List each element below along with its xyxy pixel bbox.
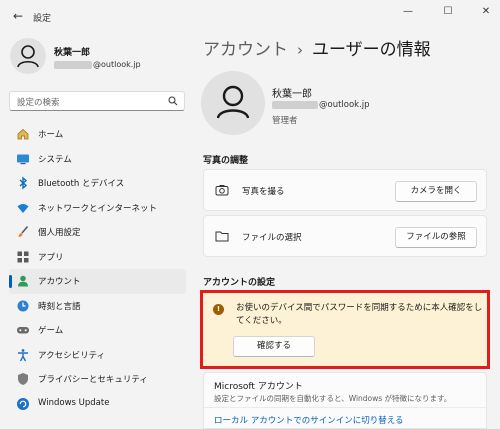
sidebar-item-label: アクセシビリティ: [38, 350, 106, 361]
sidebar-item-system[interactable]: システム: [9, 147, 186, 172]
avatar: [10, 38, 46, 74]
sidebar-profile[interactable]: 秋葉一郎 @outlook.jp: [10, 38, 190, 78]
profile-email: @outlook.jp: [54, 60, 141, 69]
person-icon: [17, 45, 39, 68]
sidebar-item-label: 時刻と言語: [38, 301, 81, 312]
search-placeholder: 設定の検索: [17, 98, 60, 108]
system-icon: [17, 154, 29, 164]
sidebar-item-privacy-security[interactable]: プライバシーとセキュリティ: [9, 367, 186, 392]
sidebar-item-accounts[interactable]: アカウント: [9, 269, 186, 294]
choose-file-label: ファイルの選択: [242, 233, 302, 243]
apps-icon: [17, 251, 29, 262]
sidebar-item-label: ネットワークとインターネット: [38, 203, 158, 214]
sidebar-item-personalization[interactable]: 個人用設定: [9, 220, 186, 245]
sidebar-item-accessibility[interactable]: アクセシビリティ: [9, 343, 186, 368]
user-avatar: [201, 71, 265, 135]
sidebar-item-time-language[interactable]: 時刻と言語: [9, 294, 186, 319]
redacted-email-prefix: [272, 100, 318, 109]
microsoft-account-card: Microsoft アカウント 設定とファイルの同期を自動化すると、Window…: [203, 372, 487, 429]
accessibility-icon: [18, 348, 28, 361]
user-email: @outlook.jp: [272, 100, 370, 110]
maximize-button[interactable]: ☐: [438, 6, 458, 22]
person-icon: [216, 85, 250, 119]
gaming-icon: [17, 327, 29, 334]
sidebar-item-label: ゲーム: [38, 326, 64, 336]
account-section-heading: アカウントの設定: [203, 278, 276, 288]
brush-icon: [18, 225, 29, 237]
ms-account-description: 設定とファイルの同期を自動化すると、Windows が特徴になります。: [214, 394, 452, 403]
home-icon: [17, 129, 29, 140]
sidebar-item-network[interactable]: ネットワークとインターネット: [9, 196, 186, 221]
sidebar-item-label: アカウント: [38, 277, 81, 287]
sidebar-item-label: プライバシーとセキュリティ: [38, 375, 148, 385]
active-indicator: [9, 275, 12, 288]
photo-section-heading: 写真の調整: [203, 156, 249, 166]
browse-files-button[interactable]: ファイルの参照: [395, 227, 477, 248]
title-bar: ← 設定 — ☐ ✕: [0, 0, 500, 34]
sidebar-item-windows-update[interactable]: Windows Update: [9, 392, 186, 417]
breadcrumb: アカウント › ユーザーの情報: [203, 35, 431, 60]
breadcrumb-separator: ›: [297, 41, 303, 59]
camera-icon: [215, 185, 229, 196]
verify-button[interactable]: 確認する: [233, 336, 315, 357]
sidebar-item-label: Bluetooth とデバイス: [38, 179, 125, 189]
warning-icon: !: [213, 304, 224, 315]
sidebar-item-gaming[interactable]: ゲーム: [9, 318, 186, 343]
verify-identity-message: お使いのデバイス間でパスワードを同期するために本人確認をしてください。: [236, 303, 483, 326]
take-photo-label: 写真を撮る: [242, 187, 285, 197]
back-button[interactable]: ←: [10, 9, 26, 25]
sidebar-item-label: システム: [38, 154, 72, 165]
account-icon: [18, 275, 28, 287]
choose-file-row: ファイルの選択 ファイルの参照: [203, 215, 487, 257]
user-name: 秋葉一郎: [272, 89, 312, 100]
sidebar-item-home[interactable]: ホーム: [9, 122, 186, 147]
update-icon: [17, 397, 29, 410]
ms-account-title: Microsoft アカウント: [214, 382, 303, 392]
wifi-icon: [17, 203, 29, 213]
open-camera-button[interactable]: カメラを開く: [395, 181, 477, 202]
page-title: ユーザーの情報: [312, 40, 431, 60]
take-photo-row: 写真を撮る カメラを開く: [203, 169, 487, 211]
verify-identity-banner: ! お使いのデバイス間でパスワードを同期するために本人確認をしてください。 確認…: [200, 290, 490, 369]
sidebar-item-label: 個人用設定: [38, 228, 81, 238]
sidebar-item-apps[interactable]: アプリ: [9, 245, 186, 270]
sidebar-item-label: ホーム: [38, 130, 64, 140]
bluetooth-icon: [19, 176, 28, 190]
sidebar-item-bluetooth[interactable]: Bluetooth とデバイス: [9, 171, 186, 196]
search-icon: [168, 96, 178, 106]
sidebar-nav: ホーム システム Bluetooth とデバイス ネットワークとインターネット …: [9, 122, 186, 416]
divider: [204, 407, 486, 408]
search-input[interactable]: 設定の検索: [9, 91, 185, 111]
profile-name: 秋葉一郎: [54, 48, 91, 58]
switch-to-local-account-link[interactable]: ローカル アカウントでのサインインに切り替える: [214, 414, 403, 426]
minimize-button[interactable]: —: [398, 6, 418, 22]
window-title: 設定: [33, 14, 52, 24]
redacted-email-prefix: [54, 60, 92, 69]
shield-icon: [18, 373, 28, 385]
user-role: 管理者: [272, 116, 298, 126]
close-button[interactable]: ✕: [476, 6, 496, 22]
folder-icon: [215, 231, 229, 242]
breadcrumb-parent[interactable]: アカウント: [203, 40, 288, 60]
sidebar-item-label: アプリ: [38, 252, 64, 263]
sidebar-item-label: Windows Update: [38, 397, 110, 408]
time-language-icon: [17, 300, 29, 311]
